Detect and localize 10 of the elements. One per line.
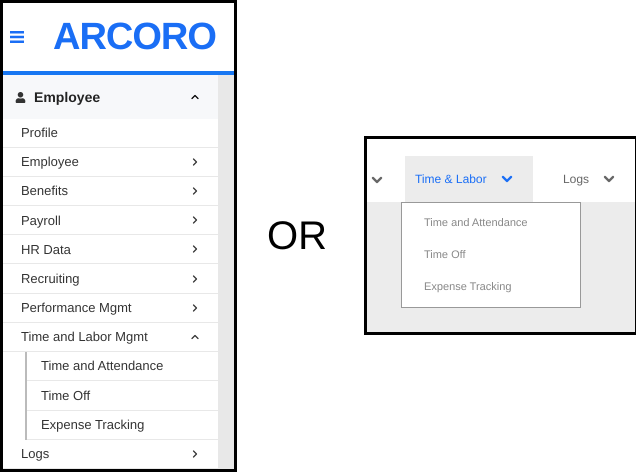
- logo: ARCORO: [53, 18, 216, 56]
- dropdown-item[interactable]: Time and Attendance: [402, 214, 580, 232]
- dropdown-item[interactable]: Expense Tracking: [402, 278, 580, 296]
- section-title: Employee: [34, 88, 102, 107]
- separator-text: OR: [267, 216, 327, 256]
- dropdown-item[interactable]: Time Off: [402, 246, 580, 264]
- section-header[interactable]: Employee: [3, 75, 218, 119]
- nav-tab[interactable]: Time & Labor: [405, 156, 533, 202]
- user-icon: [15, 92, 26, 102]
- menu-icon[interactable]: [10, 31, 24, 43]
